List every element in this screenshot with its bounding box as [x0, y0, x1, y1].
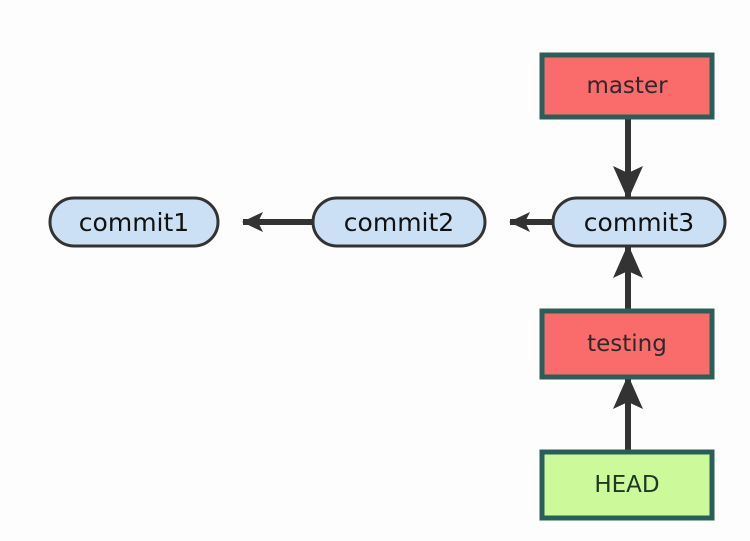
node-commit1[interactable] [50, 198, 218, 246]
edge-testing-to-commit3 [613, 244, 643, 311]
git-branch-diagram: commit1 commit2 commit3 master testing H… [0, 0, 750, 541]
node-head[interactable] [542, 452, 712, 518]
node-commit3[interactable] [553, 198, 725, 246]
edges-layer [242, 117, 643, 452]
nodes-layer [48, 52, 727, 521]
node-testing[interactable] [542, 311, 712, 377]
edge-head-to-testing [613, 375, 643, 452]
node-commit2[interactable] [313, 198, 485, 246]
node-master[interactable] [542, 55, 712, 117]
edge-master-to-commit3 [613, 117, 643, 200]
